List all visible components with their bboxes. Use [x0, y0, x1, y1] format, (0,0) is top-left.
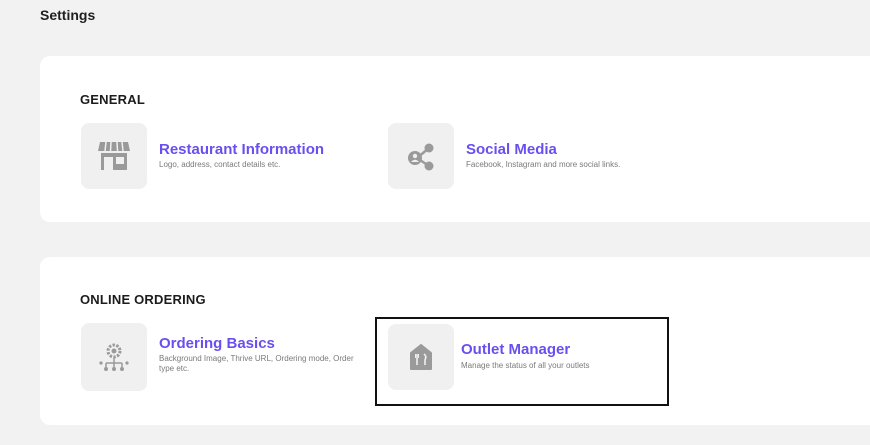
- section-title-online-ordering: ONLINE ORDERING: [80, 292, 206, 307]
- network-gear-icon: [99, 343, 129, 371]
- outlet-manager-highlight-box: [375, 317, 669, 406]
- social-media-description: Facebook, Instagram and more social link…: [466, 160, 621, 169]
- restaurant-information-description: Logo, address, contact details etc.: [159, 160, 281, 169]
- ordering-basics-tile: [81, 323, 147, 391]
- general-section-card: GENERAL Restaurant Information Logo, add…: [40, 56, 870, 222]
- ordering-basics-description: Background Image, Thrive URL, Ordering m…: [159, 354, 354, 373]
- section-title-general: GENERAL: [80, 92, 145, 107]
- restaurant-information-tile: [81, 123, 147, 189]
- ordering-basics-link[interactable]: Ordering Basics Background Image, Thrive…: [81, 323, 371, 391]
- social-media-title: Social Media: [466, 141, 557, 158]
- ordering-basics-title: Ordering Basics: [159, 335, 275, 352]
- social-media-tile: [388, 123, 454, 189]
- page-title: Settings: [40, 7, 96, 23]
- share-icon: [408, 143, 434, 171]
- restaurant-information-link[interactable]: Restaurant Information Logo, address, co…: [81, 123, 361, 189]
- restaurant-information-title: Restaurant Information: [159, 141, 325, 158]
- storefront-icon: [98, 141, 130, 170]
- social-media-link[interactable]: Social Media Facebook, Instagram and mor…: [388, 123, 688, 189]
